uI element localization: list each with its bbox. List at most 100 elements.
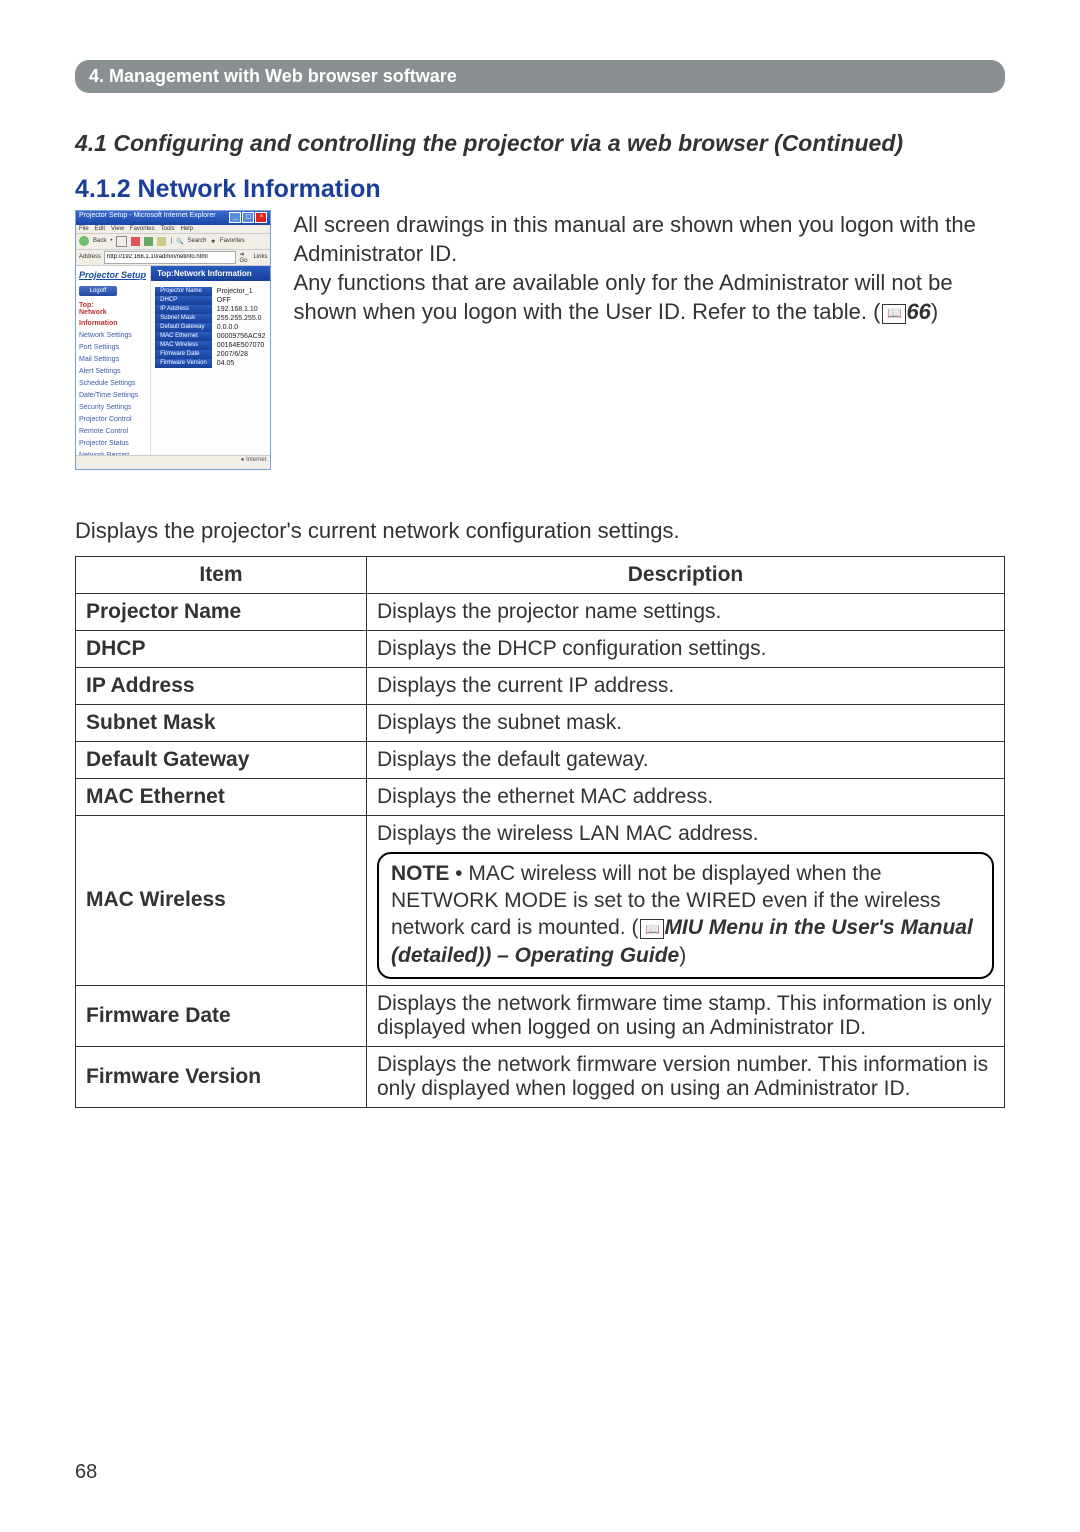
- intro-line-1: All screen drawings in this manual are s…: [293, 212, 975, 266]
- logoff-button[interactable]: Logoff: [79, 286, 117, 296]
- sidebar-title: Projector Setup: [79, 270, 147, 280]
- row-desc-macwireless: Displays the wireless LAN MAC address. N…: [367, 815, 1005, 985]
- row-item: Projector Name: [76, 593, 367, 630]
- intro-line-2b: ): [931, 299, 938, 324]
- row-item: IP Address: [76, 667, 367, 704]
- menu-view[interactable]: View: [111, 226, 124, 232]
- kv-key: MAC Wireless: [155, 341, 212, 350]
- close-icon[interactable]: ×: [255, 212, 267, 223]
- sidebar-item-projector-control[interactable]: Projector Control: [79, 416, 147, 423]
- row-item: MAC Ethernet: [76, 778, 367, 815]
- row-desc-line: Displays the wireless LAN MAC address.: [377, 822, 994, 846]
- row-item: Default Gateway: [76, 741, 367, 778]
- chapter-bar: 4. Management with Web browser software: [75, 60, 1005, 93]
- intro-text: All screen drawings in this manual are s…: [293, 210, 1005, 470]
- row-desc: Displays the ethernet MAC address.: [367, 778, 1005, 815]
- row-desc: Displays the current IP address.: [367, 667, 1005, 704]
- go-button[interactable]: ➔ Go: [239, 251, 250, 264]
- row-desc: Displays the projector name settings.: [367, 593, 1005, 630]
- row-item: DHCP: [76, 630, 367, 667]
- kv-key: Projector Name: [155, 287, 212, 296]
- book-icon: 📖: [882, 304, 906, 324]
- window-title: Projector Setup - Microsoft Internet Exp…: [79, 212, 216, 224]
- favorites-button[interactable]: Favorites: [220, 238, 245, 244]
- status-bar: ● Internet: [76, 455, 270, 469]
- search-button[interactable]: Search: [188, 238, 207, 244]
- kv-key: Firmware Date: [155, 350, 212, 359]
- network-info-table: Projector NameProjector_1 DHCPOFF IP Add…: [155, 287, 270, 368]
- ref-page: 66: [906, 299, 930, 324]
- menu-favorites[interactable]: Favorites: [130, 226, 155, 232]
- forward-icon[interactable]: [116, 236, 127, 247]
- col-header-desc: Description: [367, 556, 1005, 593]
- kv-key: IP Address: [155, 305, 212, 314]
- row-desc: Displays the network firmware time stamp…: [367, 986, 1005, 1047]
- row-item: Firmware Version: [76, 1047, 367, 1108]
- sidebar-item-projector-status[interactable]: Projector Status: [79, 440, 147, 447]
- browser-toolbar: Back • | 🔍 Search ★ Favorites: [76, 234, 270, 250]
- embedded-screenshot: Projector Setup - Microsoft Internet Exp…: [75, 210, 271, 470]
- kv-value: 04.05: [212, 359, 271, 368]
- kv-key: Subnet Mask: [155, 314, 212, 323]
- description-paragraph: Displays the projector's current network…: [75, 518, 1005, 544]
- menu-file[interactable]: File: [79, 226, 89, 232]
- stop-icon[interactable]: [131, 237, 140, 246]
- sidebar-item-datetime-settings[interactable]: Date/Time Settings: [79, 392, 147, 399]
- row-item: Subnet Mask: [76, 704, 367, 741]
- browser-menubar: File Edit View Favorites Tools Help: [76, 225, 270, 234]
- row-item: Firmware Date: [76, 986, 367, 1047]
- address-label: Address: [79, 254, 101, 260]
- sidebar-item-alert-settings[interactable]: Alert Settings: [79, 368, 147, 375]
- minimize-icon[interactable]: _: [229, 212, 241, 223]
- sidebar-item-security-settings[interactable]: Security Settings: [79, 404, 147, 411]
- kv-key: MAC Ethernet: [155, 332, 212, 341]
- page-number: 68: [75, 1461, 97, 1484]
- kv-key: DHCP: [155, 296, 212, 305]
- panel-title: Top:Network Information: [151, 266, 270, 281]
- back-icon[interactable]: [79, 236, 89, 246]
- window-titlebar: Projector Setup - Microsoft Internet Exp…: [76, 211, 270, 225]
- sidebar-item-remote-control[interactable]: Remote Control: [79, 428, 147, 435]
- menu-edit[interactable]: Edit: [95, 226, 105, 232]
- links-label[interactable]: Links: [253, 254, 267, 260]
- maximize-icon[interactable]: ▢: [242, 212, 254, 223]
- manual-page: 4. Management with Web browser software …: [0, 0, 1080, 1532]
- sidebar: Projector Setup Logoff Top: Network Info…: [76, 266, 151, 464]
- row-item: MAC Wireless: [76, 815, 367, 985]
- sidebar-item-port-settings[interactable]: Port Settings: [79, 344, 147, 351]
- note-box: NOTE • MAC wireless will not be displaye…: [377, 852, 994, 979]
- favorites-icon[interactable]: ★: [211, 238, 216, 245]
- row-desc: Displays the DHCP configuration settings…: [367, 630, 1005, 667]
- sidebar-item-network[interactable]: Network: [79, 309, 147, 316]
- note-label: NOTE: [391, 862, 449, 885]
- sidebar-item-information[interactable]: Information: [79, 320, 147, 327]
- menu-help[interactable]: Help: [181, 226, 193, 232]
- kv-value: 00164E507070: [212, 341, 271, 350]
- menu-tools[interactable]: Tools: [161, 226, 175, 232]
- note-text-b: ): [679, 944, 686, 967]
- home-icon[interactable]: [157, 237, 166, 246]
- sidebar-item-top[interactable]: Top:: [79, 302, 147, 309]
- address-bar: Address ➔ Go Links: [76, 250, 270, 266]
- book-icon: 📖: [640, 919, 664, 939]
- kv-value: 192.168.1.10: [212, 305, 271, 314]
- section-title: 4.1 Configuring and controlling the proj…: [75, 129, 1005, 159]
- kv-value: 00009756AC92: [212, 332, 271, 341]
- back-button[interactable]: Back: [93, 238, 106, 244]
- kv-value: 0.0.0.0: [212, 323, 271, 332]
- info-table: Item Description Projector Name Displays…: [75, 556, 1005, 1108]
- kv-value: 255.255.255.0: [212, 314, 271, 323]
- sidebar-item-network-settings[interactable]: Network Settings: [79, 332, 147, 339]
- sidebar-item-mail-settings[interactable]: Mail Settings: [79, 356, 147, 363]
- col-header-item: Item: [76, 556, 367, 593]
- row-desc: Displays the subnet mask.: [367, 704, 1005, 741]
- row-desc: Displays the network firmware version nu…: [367, 1047, 1005, 1108]
- row-desc: Displays the default gateway.: [367, 741, 1005, 778]
- kv-key: Firmware Version: [155, 359, 212, 368]
- search-icon[interactable]: 🔍: [176, 238, 183, 245]
- kv-value: 2007/6/28: [212, 350, 271, 359]
- sidebar-item-schedule-settings[interactable]: Schedule Settings: [79, 380, 147, 387]
- refresh-icon[interactable]: [144, 237, 153, 246]
- address-input[interactable]: [104, 251, 236, 264]
- kv-value: Projector_1: [212, 287, 271, 296]
